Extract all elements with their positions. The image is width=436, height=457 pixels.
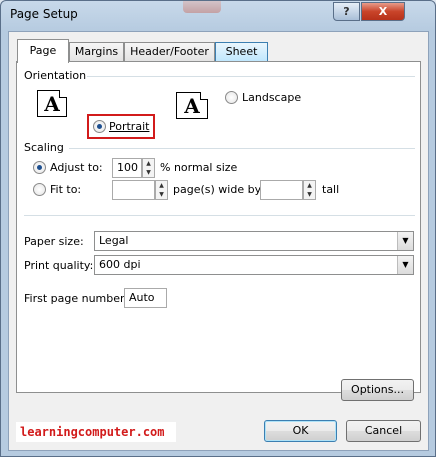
paper-separator xyxy=(24,215,415,216)
window-title: Page Setup xyxy=(10,7,78,21)
cancel-button[interactable]: Cancel xyxy=(346,420,421,442)
fit-wide-input[interactable] xyxy=(112,180,155,200)
print-quality-label: Print quality: xyxy=(24,259,94,272)
landscape-radio[interactable] xyxy=(225,91,238,104)
scaling-heading: Scaling xyxy=(24,141,64,154)
orientation-heading: Orientation xyxy=(24,69,87,82)
portrait-radio[interactable] xyxy=(93,120,106,133)
page-tab-panel: Orientation A Portrait A Landscape Scali… xyxy=(16,61,421,401)
tab-sheet[interactable]: Sheet xyxy=(215,42,268,62)
landscape-page-icon: A xyxy=(176,92,208,119)
print-quality-select[interactable]: 600 dpi ▼ xyxy=(94,255,414,275)
watermark-text: learningcomputer.com xyxy=(16,422,176,442)
dialog-client: Page Margins Header/Footer Sheet Orienta… xyxy=(8,31,429,451)
background-close-icon xyxy=(183,1,221,13)
adjust-to-input[interactable]: 100 xyxy=(112,158,142,178)
fit-wide-spinner[interactable]: ▲ ▼ xyxy=(155,180,168,200)
spin-up-icon[interactable]: ▲ xyxy=(156,181,167,190)
fit-to-radio[interactable] xyxy=(33,183,46,196)
adjust-to-radio[interactable] xyxy=(33,161,46,174)
scaling-separator xyxy=(69,148,415,149)
paper-size-select[interactable]: Legal ▼ xyxy=(94,231,414,251)
spin-up-icon[interactable]: ▲ xyxy=(143,159,154,168)
title-bar: Page Setup ? X xyxy=(1,1,435,31)
help-button[interactable]: ? xyxy=(333,2,360,21)
fit-wide-suffix: page(s) wide by xyxy=(173,183,262,196)
adjust-to-suffix: % normal size xyxy=(160,161,238,174)
paper-size-label: Paper size: xyxy=(24,235,84,248)
fit-tall-input[interactable] xyxy=(260,180,303,200)
adjust-to-spinner[interactable]: ▲ ▼ xyxy=(142,158,155,178)
first-page-label: First page number: xyxy=(24,292,129,305)
spin-down-icon[interactable]: ▼ xyxy=(304,190,315,199)
portrait-page-icon: A xyxy=(37,90,67,117)
page-setup-window: Page Setup ? X Page Margins Header/Foote… xyxy=(0,0,436,457)
landscape-label[interactable]: Landscape xyxy=(242,91,301,104)
first-page-input[interactable]: Auto xyxy=(124,288,167,308)
close-button[interactable]: X xyxy=(361,2,405,21)
spin-down-icon[interactable]: ▼ xyxy=(156,190,167,199)
tab-margins[interactable]: Margins xyxy=(69,42,124,62)
fit-to-label[interactable]: Fit to: xyxy=(50,183,81,196)
chevron-down-icon[interactable]: ▼ xyxy=(397,256,413,274)
adjust-to-label[interactable]: Adjust to: xyxy=(50,161,103,174)
spin-down-icon[interactable]: ▼ xyxy=(143,168,154,177)
paper-size-value: Legal xyxy=(99,234,129,247)
options-button[interactable]: Options... xyxy=(341,379,414,401)
spin-up-icon[interactable]: ▲ xyxy=(304,181,315,190)
tab-page[interactable]: Page xyxy=(17,39,69,63)
portrait-label[interactable]: Portrait xyxy=(109,120,149,133)
chevron-down-icon[interactable]: ▼ xyxy=(397,232,413,250)
tab-header-footer[interactable]: Header/Footer xyxy=(124,42,215,62)
orientation-separator xyxy=(87,76,415,77)
print-quality-value: 600 dpi xyxy=(99,258,141,271)
fit-tall-spinner[interactable]: ▲ ▼ xyxy=(303,180,316,200)
fit-tall-suffix: tall xyxy=(322,183,340,196)
ok-button[interactable]: OK xyxy=(264,420,337,442)
